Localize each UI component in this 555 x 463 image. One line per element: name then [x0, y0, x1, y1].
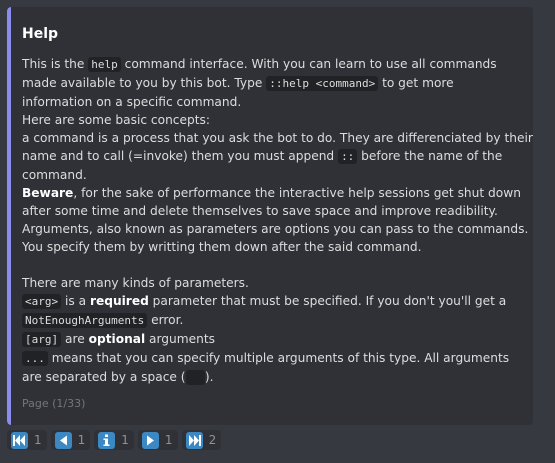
reaction-info[interactable]: 1: [94, 430, 134, 450]
text-segment: command interface. With you can learn to…: [120, 57, 497, 71]
text-segment: are separated by a space (: [22, 370, 186, 384]
description-line: are separated by a space ( ).: [22, 368, 525, 387]
description-line: made available to you by this bot. Type …: [22, 74, 525, 93]
text-segment: ).: [204, 370, 214, 384]
embed-title: Help: [22, 26, 59, 42]
text-segment: Arguments, also known as parameters are …: [22, 222, 529, 236]
reaction-previous-page[interactable]: 1: [50, 430, 91, 450]
text-segment: name and to call (=invoke) them you must…: [22, 149, 339, 163]
description-line: This is the help command interface. With…: [22, 55, 525, 74]
bold-text: required: [89, 294, 149, 308]
reaction-count: 1: [34, 433, 42, 447]
text-segment: , for the sake of performance the intera…: [73, 186, 521, 200]
description-line: Here are some basic concepts:: [22, 111, 525, 129]
reaction-next-page[interactable]: 1: [137, 430, 178, 450]
description-line: command.: [22, 166, 525, 184]
last-page-icon: [185, 431, 203, 449]
text-segment: means that you can specify multiple argu…: [47, 351, 510, 365]
next-page-icon: [141, 431, 159, 449]
text-segment: This is the: [22, 57, 89, 71]
reaction-count: 1: [121, 433, 129, 447]
text-segment: is a: [61, 294, 90, 308]
description-line: Beware, for the sake of performance the …: [22, 184, 525, 202]
text-segment: error.: [147, 313, 184, 327]
inline-code: ::help <command>: [266, 76, 379, 91]
description-line: after some time and delete themselves to…: [22, 202, 525, 220]
description-line: name and to call (=invoke) them you must…: [22, 147, 525, 166]
description-line: [arg] are optional arguments: [22, 330, 525, 349]
embed-accent-bar: [7, 7, 11, 425]
text-segment: You specify them by writting them down a…: [22, 240, 422, 254]
description-line: You specify them by writting them down a…: [22, 238, 525, 256]
text-segment: parameter that must be specified. If you…: [148, 294, 507, 308]
inline-code: <arg>: [22, 294, 62, 309]
inline-code: ::: [338, 149, 358, 164]
inline-code: help: [88, 57, 121, 72]
text-segment: to get more: [378, 76, 454, 90]
previous-page-icon: [54, 431, 72, 449]
text-segment: after some time and delete themselves to…: [22, 204, 498, 218]
embed-footer: Page (1/33): [22, 397, 86, 410]
embed-content: Help This is the help command interface.…: [22, 22, 533, 412]
reaction-count: 1: [77, 433, 86, 447]
inline-code: NotEnoughArguments: [22, 313, 148, 328]
reaction-count: 1: [164, 433, 173, 447]
text-segment: made available to you by this bot. Type: [22, 76, 267, 90]
help-embed: Help This is the help command interface.…: [7, 7, 533, 425]
bold-text: optional: [88, 332, 146, 346]
description-line: There are many kinds of parameters.: [22, 274, 525, 292]
info-icon: [98, 431, 116, 449]
first-page-icon: [11, 431, 28, 449]
inline-code: ...: [22, 351, 48, 366]
text-segment: before the name of the: [357, 149, 503, 163]
reaction-bar: 1 1 1 1 2: [7, 430, 222, 450]
description-line: [22, 256, 525, 274]
inline-code: [185, 370, 205, 385]
inline-code: [arg]: [22, 332, 62, 347]
text-segment: information on a specific command.: [22, 95, 242, 109]
description-line: Arguments, also known as parameters are …: [22, 220, 529, 238]
text-segment: There are many kinds of parameters.: [22, 276, 249, 290]
description-line: information on a specific command.: [22, 93, 525, 111]
text-segment: command.: [22, 168, 87, 182]
text-segment: Here are some basic concepts:: [22, 113, 210, 127]
text-segment: are: [61, 332, 89, 346]
reaction-first-page[interactable]: 1: [7, 430, 47, 450]
reaction-last-page[interactable]: 2: [181, 430, 222, 450]
description-line: NotEnoughArguments error.: [22, 311, 525, 330]
text-segment: a command is a process that you ask the …: [22, 131, 533, 145]
reaction-count: 2: [208, 433, 217, 447]
bold-text: Beware: [22, 186, 74, 200]
text-segment: arguments: [145, 332, 215, 346]
description-line: a command is a process that you ask the …: [22, 129, 533, 147]
description-line: <arg> is a required parameter that must …: [22, 292, 525, 311]
embed-description: This is the help command interface. With…: [22, 55, 533, 387]
description-line: ... means that you can specify multiple …: [22, 349, 525, 368]
